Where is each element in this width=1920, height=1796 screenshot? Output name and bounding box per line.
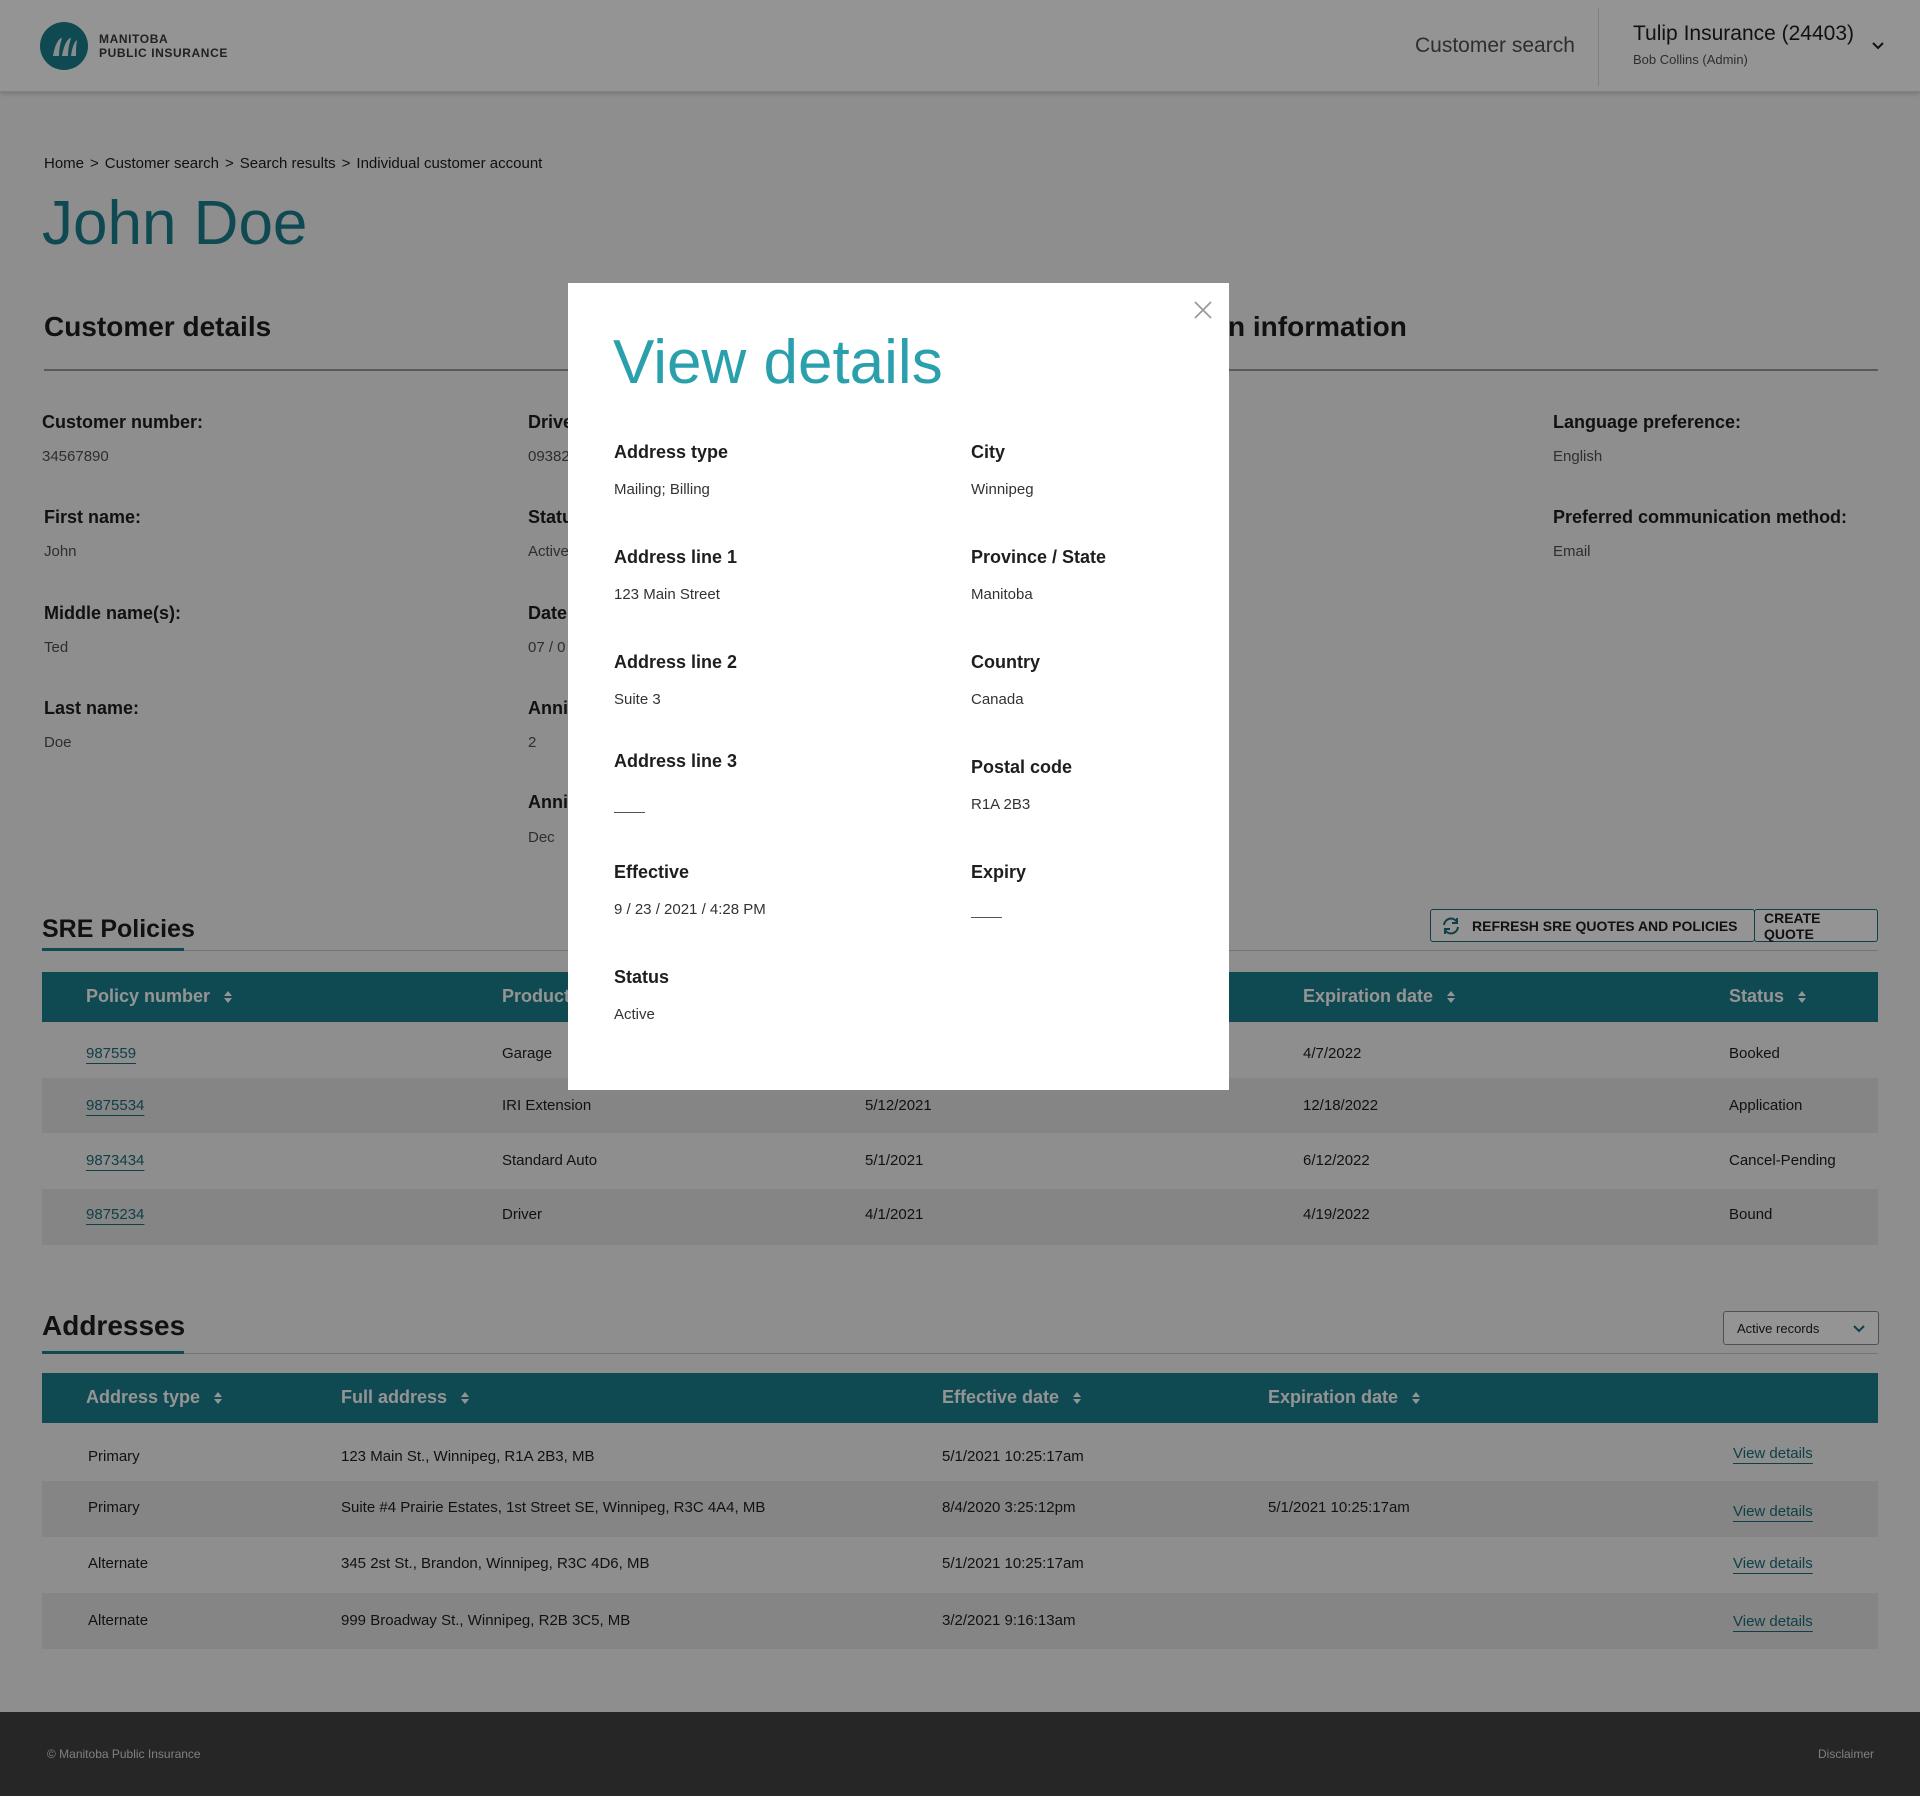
address-line3-empty — [614, 812, 645, 813]
address-line2-value: Suite 3 — [614, 691, 661, 708]
address-line1-value: 123 Main Street — [614, 586, 720, 603]
status-value: Active — [614, 1006, 655, 1023]
country-label: Country — [971, 652, 1040, 672]
view-details-modal: View details Address type Mailing; Billi… — [568, 283, 1229, 1090]
effective-value: 9 / 23 / 2021 / 4:28 PM — [614, 901, 766, 918]
address-line1-label: Address line 1 — [614, 547, 738, 567]
province-value: Manitoba — [971, 586, 1033, 603]
expiry-label: Expiry — [971, 862, 1027, 882]
modal-title: View details — [613, 328, 943, 397]
close-icon[interactable] — [1192, 299, 1214, 321]
effective-label: Effective — [614, 862, 690, 882]
city-value: Winnipeg — [971, 481, 1034, 498]
address-line2-label: Address line 2 — [614, 652, 738, 672]
status-label: Status — [614, 967, 670, 987]
city-label: City — [971, 442, 1006, 462]
address-line3-label: Address line 3 — [614, 751, 738, 771]
country-value: Canada — [971, 691, 1024, 708]
postal-code-value: R1A 2B3 — [971, 796, 1031, 813]
postal-code-label: Postal code — [971, 757, 1073, 777]
expiry-empty — [971, 917, 1002, 918]
address-type-label: Address type — [614, 442, 729, 462]
province-label: Province / State — [971, 547, 1107, 567]
address-type-value: Mailing; Billing — [614, 481, 710, 498]
